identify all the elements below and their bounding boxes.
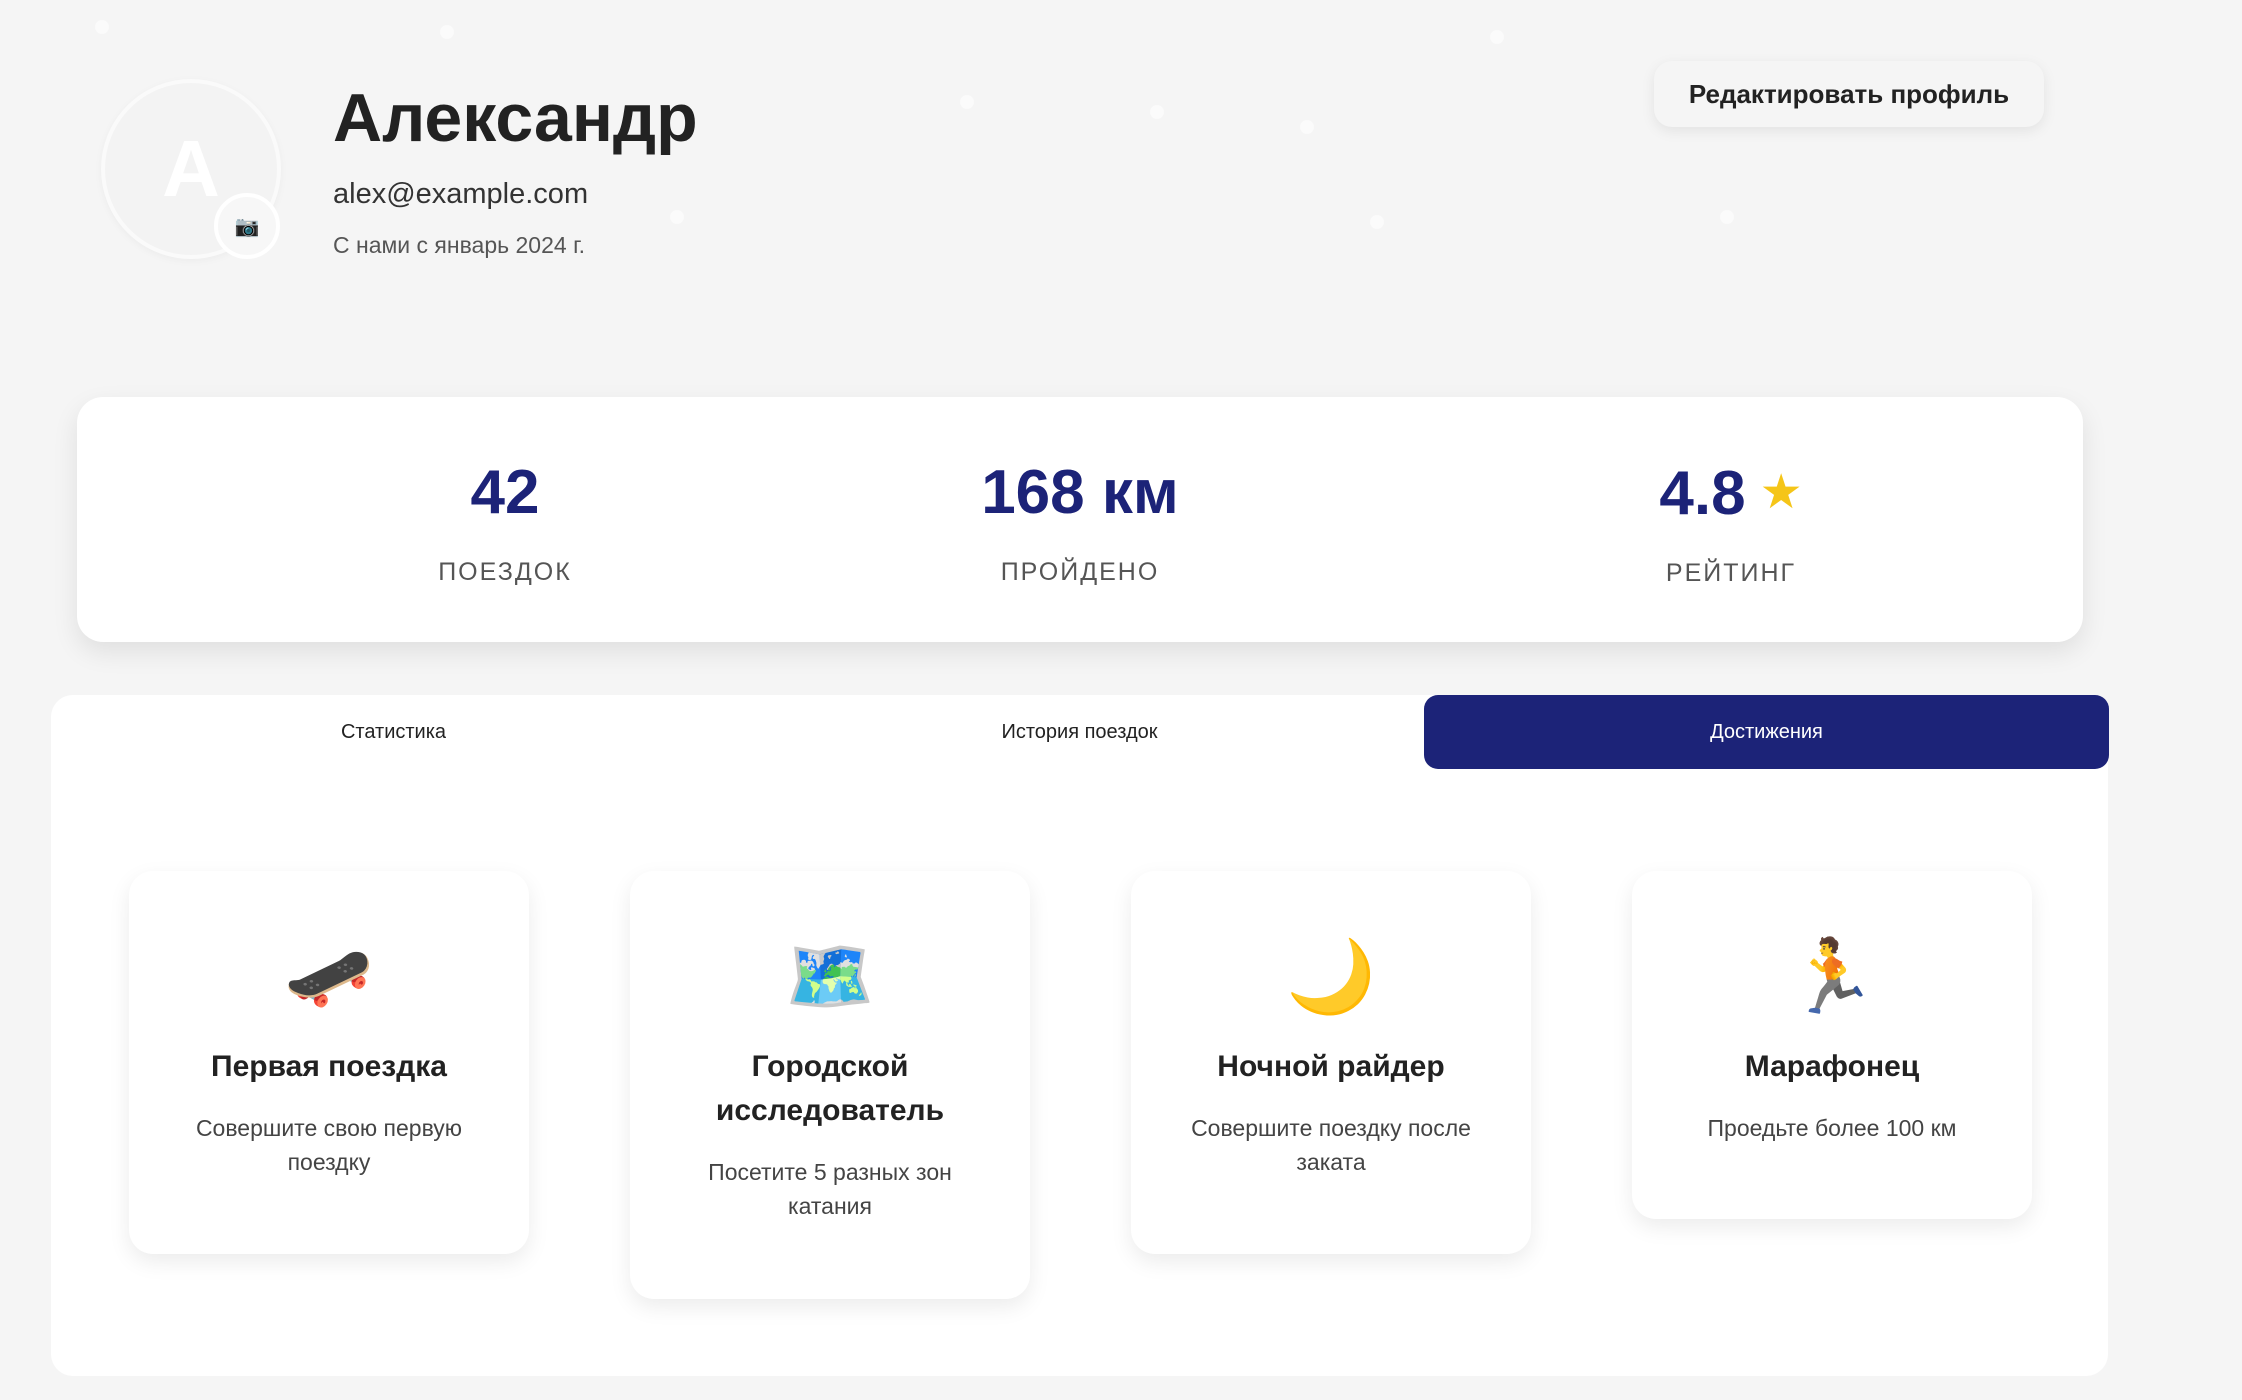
tab-statistics[interactable]: Статистика — [51, 695, 736, 769]
stat-label: ПОЕЗДОК — [438, 558, 572, 586]
stat-value: 4.8 — [1659, 459, 1746, 528]
stat-label: ПРОЙДЕНО — [1000, 558, 1160, 586]
profile-header: A 📷 Александр alex@example.com С нами с … — [0, 0, 2242, 360]
member-since: С нами с январь 2024 г. — [333, 232, 586, 258]
achievement-card[interactable]: 🌙 Ночной райдер Совершите поездку после … — [1131, 871, 1531, 1254]
user-email: alex@example.com — [333, 178, 589, 210]
achievement-card[interactable]: 🏃 Марафонец Проедьте более 100 км — [1632, 871, 2032, 1219]
achievement-title: Ночной райдер — [1217, 1050, 1445, 1083]
achievement-card[interactable]: 🛹 Первая поездка Совершите свою первую п… — [129, 871, 529, 1254]
avatar-initial: A — [162, 124, 220, 213]
stat-value: 42 — [470, 458, 540, 527]
tab-bar: Статистика История поездок Достижения — [51, 695, 2109, 769]
star-icon: ★ — [1759, 466, 1803, 519]
stat-rides: 42 ПОЕЗДОК — [255, 457, 755, 587]
achievement-description: Проедьте более 100 км — [1707, 1115, 1957, 1141]
achievement-description: Совершите свою первую поездку — [195, 1115, 463, 1175]
stat-label: РЕЙТИНГ — [1665, 559, 1797, 587]
stat-value-row: 4.8 ★ — [1481, 457, 1981, 530]
stat-distance: 168 км ПРОЙДЕНО — [830, 457, 1330, 587]
user-name: Александр — [333, 80, 698, 156]
camera-icon: 📷 — [234, 215, 260, 238]
world-map-icon: 🗺️ — [785, 937, 875, 1017]
crescent-moon-icon: 🌙 — [1286, 937, 1376, 1017]
tabs-panel: Статистика История поездок Достижения 🛹 … — [51, 695, 2109, 1376]
edit-profile-button[interactable]: Редактировать профиль — [1654, 61, 2044, 127]
achievement-description: Посетите 5 разных зон катания — [708, 1159, 952, 1219]
stat-rating: 4.8 ★ РЕЙТИНГ — [1481, 457, 1981, 588]
achievement-title: Первая поездка — [211, 1050, 447, 1083]
achievement-description: Совершите поездку после заката — [1191, 1115, 1471, 1175]
tab-achievements[interactable]: Достижения — [1424, 695, 2109, 769]
achievement-title: Городской исследователь — [715, 1050, 945, 1127]
runner-icon: 🏃 — [1787, 937, 1877, 1017]
stat-value: 168 км — [981, 458, 1179, 527]
user-info: Александр alex@example.com С нами с янва… — [333, 78, 698, 260]
avatar-container: A 📷 — [101, 79, 281, 259]
stats-card: 42 ПОЕЗДОК 168 км ПРОЙДЕНО 4.8 ★ РЕЙТИНГ — [77, 397, 2083, 642]
achievement-card[interactable]: 🗺️ Городской исследователь Посетите 5 ра… — [630, 871, 1030, 1299]
tab-ride-history[interactable]: История поездок — [737, 695, 1422, 769]
skateboard-icon: 🛹 — [284, 937, 374, 1017]
change-photo-button[interactable]: 📷 — [214, 193, 280, 259]
achievement-title: Марафонец — [1744, 1050, 1920, 1083]
